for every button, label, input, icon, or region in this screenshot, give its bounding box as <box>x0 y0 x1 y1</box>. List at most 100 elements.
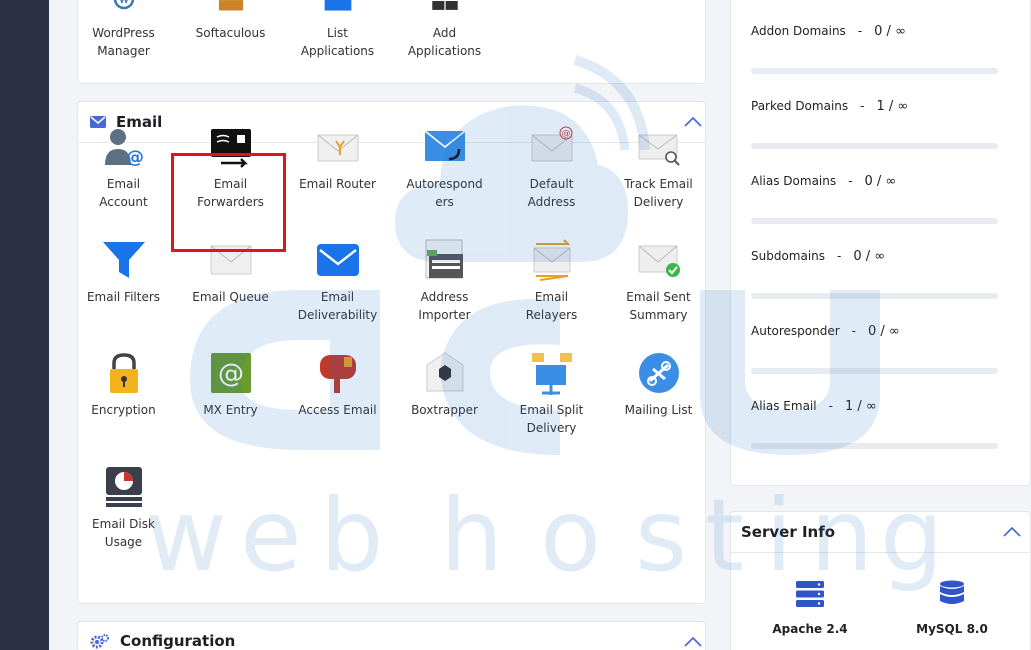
tile-label: Track Email Delivery <box>624 177 693 209</box>
gears-icon <box>90 633 109 648</box>
tile-label: MX Entry <box>203 403 258 417</box>
svg-text:S: S <box>228 0 233 1</box>
mailbox-icon <box>319 355 356 393</box>
tile-track-email-delivery[interactable]: Track Email Delivery <box>605 125 712 211</box>
stat-separator: - <box>837 249 842 263</box>
tile-label: Email Sent Summary <box>626 290 691 322</box>
stat-row: Subdomains -0 / ∞ <box>751 249 885 264</box>
tile-list-applications[interactable]: List Applications <box>284 0 391 60</box>
stat-value: 0 / ∞ <box>868 324 900 339</box>
tile-label: Autorespond ers <box>406 177 483 209</box>
server-info-title: Server Info <box>741 523 836 541</box>
chevron-up-icon[interactable] <box>683 634 703 650</box>
stat-separator: - <box>848 174 853 188</box>
tile-wordpress-manager[interactable]: W WordPress Manager <box>70 0 177 60</box>
tile-label: Email Disk Usage <box>92 517 155 549</box>
database-icon <box>940 580 964 604</box>
tile-email-account[interactable]: @ Email Account <box>70 125 177 211</box>
deliverability-mail-icon <box>316 244 359 276</box>
tile-address-importer[interactable]: Address Importer <box>391 238 498 324</box>
mx-at-icon: @ <box>210 353 251 393</box>
stat-label: Alias Domains <box>751 174 837 188</box>
stat-row: Parked Domains -1 / ∞ <box>751 99 908 114</box>
tile-label: WordPress Manager <box>92 26 155 58</box>
tile-email-relayers[interactable]: Email Relayers <box>498 238 605 324</box>
stat-label: Alias Email <box>751 399 817 413</box>
tile-email-split-delivery[interactable]: Email Split Delivery <box>498 351 605 437</box>
tile-email-sent-summary[interactable]: Email Sent Summary <box>605 238 712 324</box>
grid-icon <box>431 1 458 10</box>
mailing-list-icon <box>638 353 679 393</box>
server-item-apache: Apache 2.4 <box>745 580 875 636</box>
server-item-mysql: MySQL 8.0 <box>887 580 1017 636</box>
tile-boxtrapper[interactable]: Boxtrapper <box>391 351 498 419</box>
tile-email-router[interactable]: Email Router <box>284 125 391 193</box>
stat-value: 0 / ∞ <box>853 249 886 264</box>
tile-label: Email Router <box>299 177 376 191</box>
importer-icon <box>425 239 463 279</box>
server-item-label: MySQL 8.0 <box>916 622 988 636</box>
stat-separator: - <box>857 24 863 38</box>
svg-text:@: @ <box>126 147 144 168</box>
server-info-header[interactable]: Server Info <box>731 512 1030 553</box>
svg-text:W: W <box>118 0 130 7</box>
stat-progress-bar <box>751 293 998 299</box>
reply-mail-icon <box>424 130 465 161</box>
configuration-panel: Configuration <box>77 621 706 650</box>
svg-text:@: @ <box>218 359 244 389</box>
sent-check-icon <box>638 245 680 277</box>
tile-label: Email Filters <box>86 290 161 304</box>
tile-label: Email Split Delivery <box>519 403 584 435</box>
disk-usage-icon <box>105 467 142 507</box>
user-at-icon: @ <box>104 129 144 168</box>
tile-autoresponders[interactable]: Autorespond ers <box>391 125 498 211</box>
tile-access-email[interactable]: Access Email <box>284 351 391 419</box>
tile-add-applications[interactable]: Add Applications <box>391 0 498 60</box>
tile-mx-entry[interactable]: @ MX Entry <box>177 351 284 419</box>
stat-value: 1 / ∞ <box>844 399 877 414</box>
chevron-up-icon[interactable] <box>1002 524 1022 540</box>
tile-label: Address Importer <box>418 290 471 322</box>
svg-text:@: @ <box>561 129 570 139</box>
wordpress-icon: W <box>113 0 134 10</box>
stat-value: 1 / ∞ <box>876 99 909 114</box>
tile-label: Email Relayers <box>525 290 578 322</box>
tile-label: Boxtrapper <box>411 403 478 417</box>
tile-label: Add Applications <box>407 26 482 58</box>
stat-separator: - <box>860 99 865 113</box>
stat-value: 0 / ∞ <box>874 24 906 39</box>
split-delivery-icon <box>531 353 572 395</box>
configuration-panel-title: Configuration <box>120 631 236 650</box>
stat-progress-bar <box>751 443 998 449</box>
tile-label: Default Address <box>527 177 576 209</box>
tile-label: Email Deliverability <box>297 290 378 322</box>
server-icon <box>796 581 824 607</box>
tile-encryption[interactable]: Encryption <box>70 351 177 419</box>
filter-icon <box>102 242 145 278</box>
server-item-label: Apache 2.4 <box>772 622 848 636</box>
list-icon <box>324 0 351 11</box>
tile-label: Email Account <box>99 177 148 209</box>
stat-separator: - <box>828 399 833 413</box>
stat-progress-bar <box>751 218 998 224</box>
stat-separator: - <box>851 324 857 338</box>
stat-value: 0 / ∞ <box>864 174 897 189</box>
tile-label: Encryption <box>91 403 156 417</box>
lock-icon <box>109 353 138 393</box>
stat-row: Alias Email -1 / ∞ <box>751 399 877 414</box>
stat-label: Parked Domains <box>751 99 849 113</box>
tile-email-filters[interactable]: Email Filters <box>70 238 177 306</box>
configuration-panel-header[interactable]: Configuration <box>78 622 705 650</box>
stat-progress-bar <box>751 68 998 74</box>
stat-row: Addon Domains -0 / ∞ <box>751 24 906 39</box>
default-mail-icon: @ <box>531 126 572 162</box>
tile-email-disk-usage[interactable]: Email Disk Usage <box>70 465 177 551</box>
tile-mailing-list[interactable]: Mailing List <box>605 351 712 419</box>
relay-mail-icon <box>533 239 570 281</box>
stat-progress-bar <box>751 368 998 374</box>
tile-email-deliverability[interactable]: Email Deliverability <box>284 238 391 324</box>
applications-panel: W WordPress Manager S Softaculous List A… <box>77 0 706 84</box>
tile-default-address[interactable]: @ Default Address <box>498 125 605 211</box>
highlight-box <box>171 153 286 252</box>
tile-softaculous[interactable]: S Softaculous <box>177 0 284 42</box>
